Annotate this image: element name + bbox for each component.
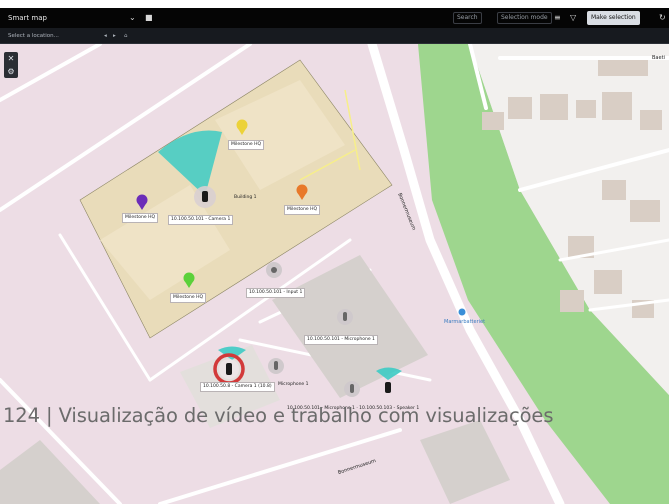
marker-label-purple[interactable]: Milestone HQ [122, 213, 158, 223]
device-camera-2 [385, 382, 391, 393]
make-selection-button[interactable]: Make selection [587, 11, 640, 25]
device-microphone-1 [337, 309, 353, 325]
device-microphone-2 [268, 358, 284, 374]
refresh-icon[interactable]: ↻ [659, 8, 666, 28]
map-canvas[interactable] [0, 44, 669, 504]
back-icon[interactable]: ◂ [104, 28, 107, 44]
map-side-tools: ✕ ⚙ [4, 52, 18, 78]
page-caption: 124 | Visualização de vídeo e trabalho c… [3, 404, 554, 427]
close-icon[interactable]: ✕ [4, 52, 18, 65]
location-selector[interactable]: Select a location... [8, 28, 59, 44]
device-label-building-1[interactable]: Building 1 [232, 194, 259, 202]
marker-label-orange[interactable]: Milestone HQ [284, 205, 320, 215]
device-input-1 [266, 262, 282, 278]
poi-label[interactable]: Marmarbatteriet [442, 318, 487, 326]
smart-map[interactable]: Milestone HQ Milestone HQ Milestone HQ Mile… [0, 44, 669, 504]
location-bar: Select a location... ◂ ▸ ⌂ [0, 28, 669, 44]
street-label-north[interactable]: Baeti [650, 54, 667, 62]
poi-pin [458, 308, 466, 316]
gear-icon[interactable]: ⚙ [4, 65, 18, 78]
marker-label-yellow[interactable]: Milestone HQ [228, 140, 264, 150]
selection-mode-dropdown[interactable]: Selection mode [497, 12, 552, 24]
device-label-camera-1[interactable]: 10.100.50.101 - Camera 1 [168, 215, 234, 225]
filter-icon[interactable]: ▽ [570, 8, 576, 28]
device-label-input-1[interactable]: 10.100.50.101 - Input 1 [246, 288, 306, 298]
top-toolbar: Smart map ⌄ ■ Search Selection mode ≡ ▽ … [0, 8, 669, 28]
device-label-microphone-2[interactable]: Microphone 1 [276, 381, 311, 389]
device-camera-alarm [213, 353, 245, 385]
search-dropdown[interactable]: Search [453, 12, 482, 24]
device-label-microphone-1[interactable]: 10.100.50.101 - Microphone 1 [304, 335, 378, 345]
forward-icon[interactable]: ▸ [113, 28, 116, 44]
chevron-down-icon[interactable]: ⌄ [129, 8, 136, 28]
app-title: Smart map [8, 14, 47, 22]
camera-icon[interactable]: ■ [145, 8, 153, 28]
marker-label-green[interactable]: Milestone HQ [170, 293, 206, 303]
device-camera-1 [194, 186, 216, 208]
layers-icon[interactable]: ≡ [554, 8, 561, 28]
home-icon[interactable]: ⌂ [124, 28, 128, 44]
device-label-camera-alarm[interactable]: 10.100.50.8 - Camera 1 (10.8) [200, 382, 275, 392]
device-microphone-3 [344, 381, 360, 397]
